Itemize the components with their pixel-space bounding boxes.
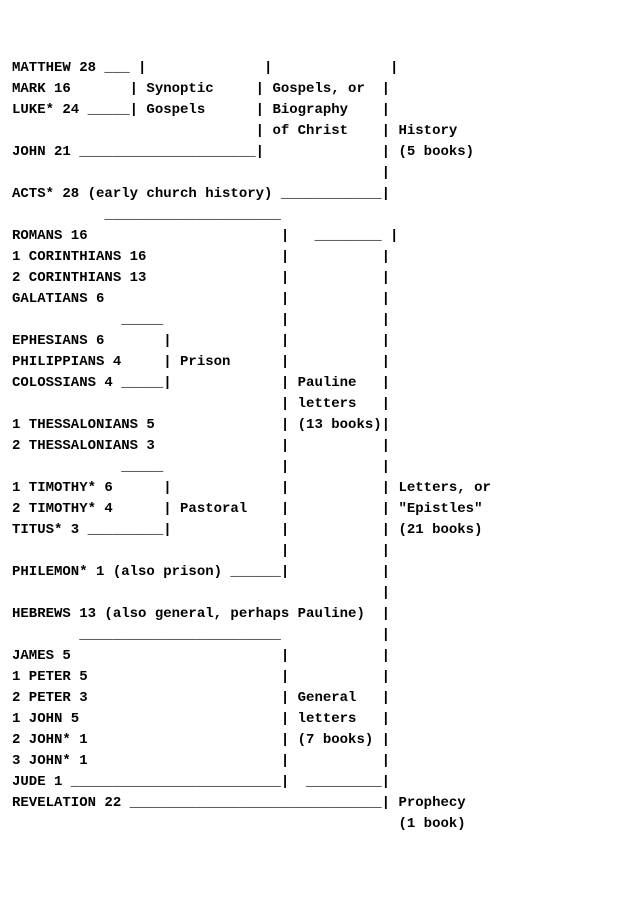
nt-structure-diagram: MATTHEW 28 ___ | | |MARK 16 | Synoptic |… [12, 58, 607, 835]
line: 2 TIMOTHY* 4 | Pastoral | | "Epistles" [12, 499, 607, 520]
line: 1 CORINTHIANS 16 | | [12, 247, 607, 268]
line: MATTHEW 28 ___ | | | [12, 58, 607, 79]
line: PHILIPPIANS 4 | Prison | | [12, 352, 607, 373]
line: | [12, 583, 607, 604]
line: LUKE* 24 _____| Gospels | Biography | [12, 100, 607, 121]
line: 1 JOHN 5 | letters | [12, 709, 607, 730]
line: 2 CORINTHIANS 13 | | [12, 268, 607, 289]
line: 3 JOHN* 1 | | [12, 751, 607, 772]
line: _____ | | [12, 310, 607, 331]
line: 2 THESSALONIANS 3 | | [12, 436, 607, 457]
line: COLOSSIANS 4 _____| | Pauline | [12, 373, 607, 394]
line: _____________________ [12, 205, 607, 226]
line: | of Christ | History [12, 121, 607, 142]
line: JUDE 1 _________________________| ______… [12, 772, 607, 793]
line: REVELATION 22 __________________________… [12, 793, 607, 814]
line: (1 book) [12, 814, 607, 835]
line: MARK 16 | Synoptic | Gospels, or | [12, 79, 607, 100]
line: | letters | [12, 394, 607, 415]
line: 1 TIMOTHY* 6 | | | Letters, or [12, 478, 607, 499]
line: | [12, 163, 607, 184]
line: GALATIANS 6 | | [12, 289, 607, 310]
line: _____ | | [12, 457, 607, 478]
line: 1 PETER 5 | | [12, 667, 607, 688]
line: 1 THESSALONIANS 5 | (13 books)| [12, 415, 607, 436]
line: ACTS* 28 (early church history) ________… [12, 184, 607, 205]
line: JAMES 5 | | [12, 646, 607, 667]
line: ROMANS 16 | ________ | [12, 226, 607, 247]
line: | | [12, 541, 607, 562]
line: ________________________ | [12, 625, 607, 646]
line: HEBREWS 13 (also general, perhaps Paulin… [12, 604, 607, 625]
line: TITUS* 3 _________| | | (21 books) [12, 520, 607, 541]
line: 2 PETER 3 | General | [12, 688, 607, 709]
line: EPHESIANS 6 | | | [12, 331, 607, 352]
line: JOHN 21 _____________________| | (5 book… [12, 142, 607, 163]
line: PHILEMON* 1 (also prison) ______| | [12, 562, 607, 583]
line: 2 JOHN* 1 | (7 books) | [12, 730, 607, 751]
